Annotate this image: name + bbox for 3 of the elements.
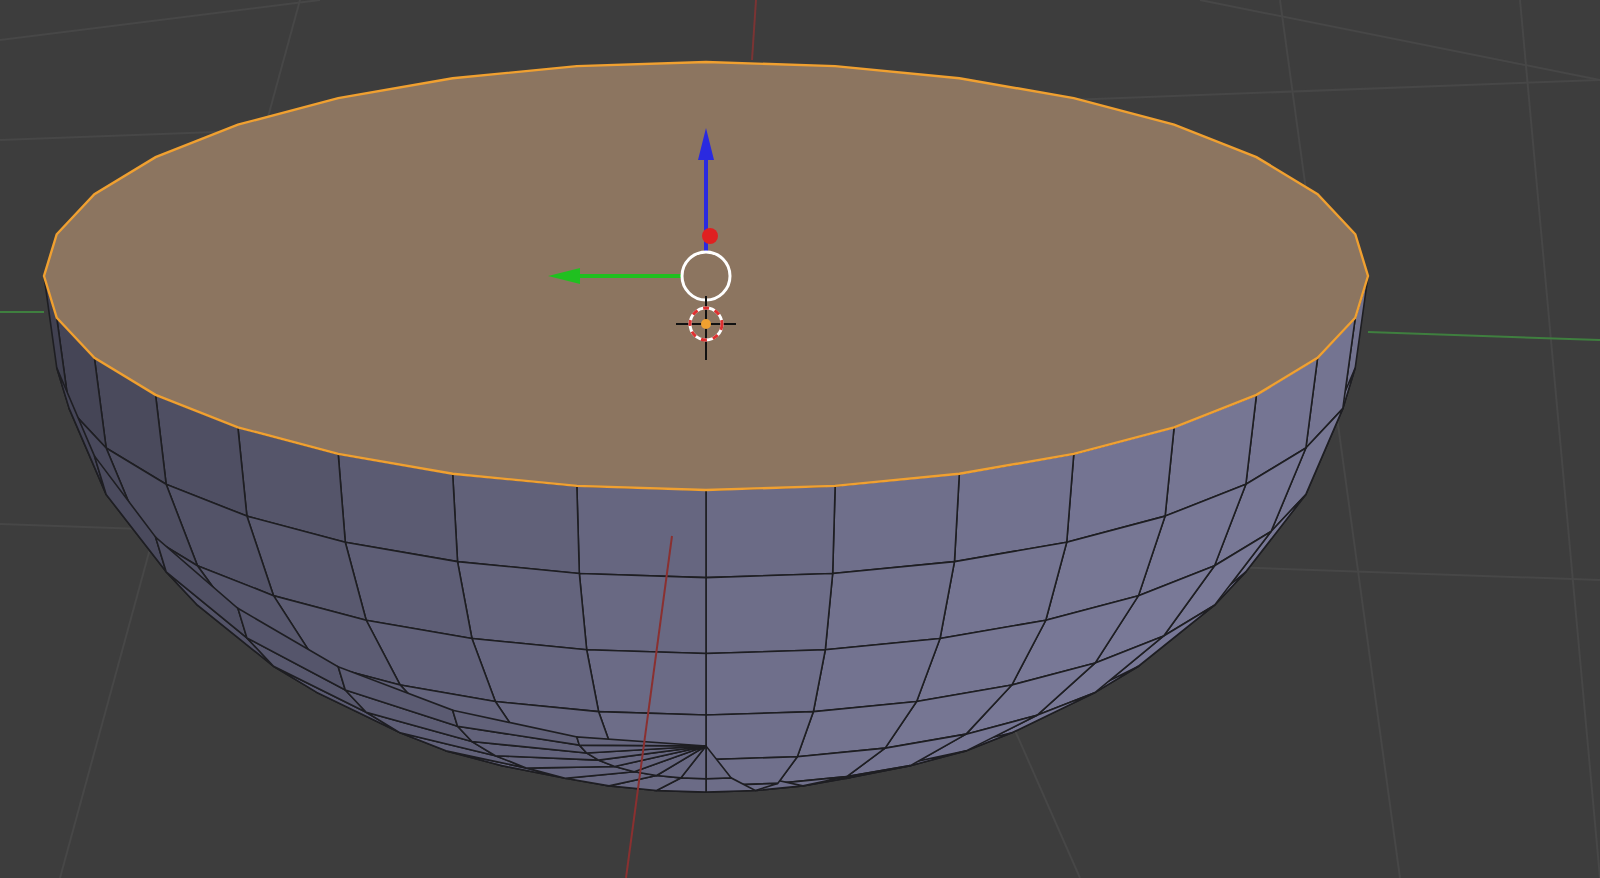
axis-line [0, 311, 45, 313]
axis-line [751, 0, 757, 61]
crosshair-icon[interactable] [675, 295, 737, 361]
